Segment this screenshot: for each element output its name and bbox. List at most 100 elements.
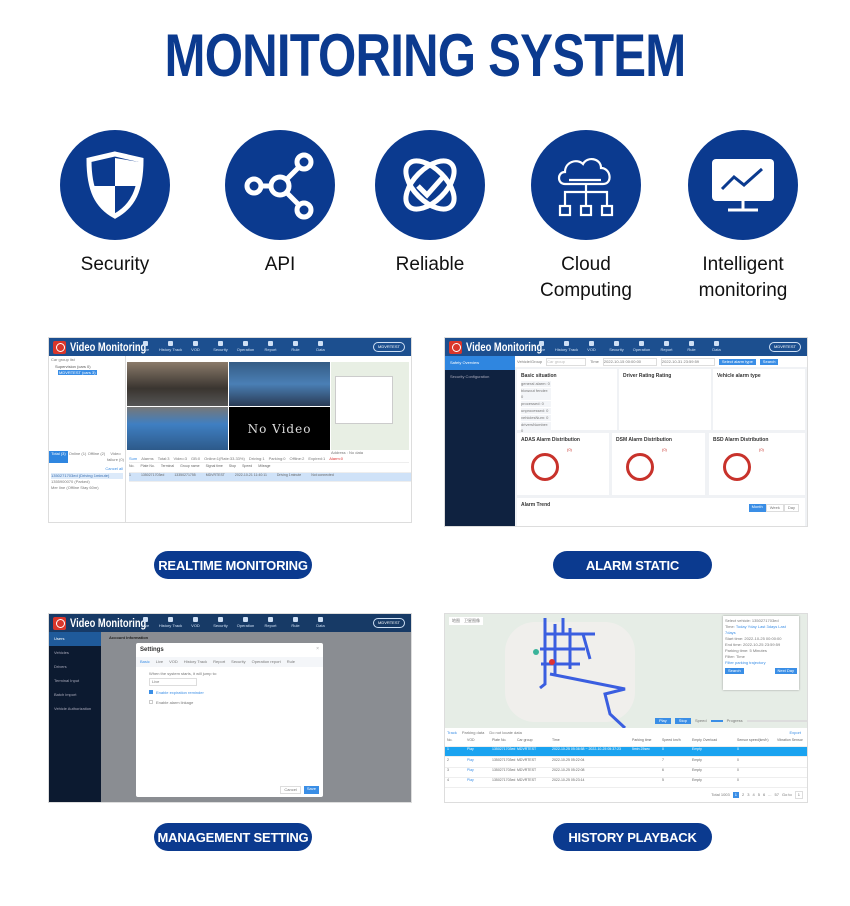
startup-select[interactable]: Live (149, 678, 197, 686)
tab-vod[interactable]: VOD (169, 659, 178, 665)
sidebar-item-vehicle-authorization[interactable]: Vehicle Authorization (49, 702, 101, 716)
camera-view-4-no-video[interactable]: No Video (229, 407, 330, 450)
live-map[interactable] (331, 362, 409, 450)
sidebar-item-terminal-input[interactable]: Terminal Input (49, 674, 101, 688)
user-menu[interactable]: MDVRTEST (373, 342, 405, 352)
nav-rule[interactable]: Rule (679, 339, 704, 352)
page-button[interactable]: 6 (763, 792, 765, 798)
map-tab[interactable]: 地图 (452, 618, 460, 624)
nav-operation[interactable]: Operation (629, 339, 654, 352)
page-button[interactable]: 3 (747, 792, 749, 798)
cancel-all-link[interactable]: Cancel all (105, 466, 123, 472)
camera-view-2[interactable] (229, 362, 330, 406)
tab-parking-data[interactable]: Parking data (462, 730, 484, 736)
sidebar-item-users[interactable]: Users (49, 632, 101, 646)
page-button[interactable]: 5 (758, 792, 760, 798)
nav-rule[interactable]: Rule (283, 615, 308, 628)
stop-button[interactable]: Stop (674, 718, 692, 724)
nav-operation[interactable]: Operation (233, 339, 258, 352)
start-time-input[interactable]: 2022-10-15 00:00:00 (602, 357, 657, 366)
tab-report[interactable]: Report (213, 659, 225, 665)
page-button[interactable]: 2 (742, 792, 744, 798)
page-button[interactable]: 4 (752, 792, 754, 798)
nav-live[interactable]: Live (133, 339, 158, 352)
goto-input[interactable]: 1 (794, 791, 803, 799)
expiration-reminder-checkbox[interactable]: Enable expiration reminder (149, 690, 323, 696)
nav-data[interactable]: Data (308, 339, 333, 352)
nav-vod[interactable]: VOD (579, 339, 604, 352)
alarm-linkage-checkbox[interactable]: Enable alarm linkage (149, 700, 323, 706)
vehicle-item[interactable]: Mer line (Offline Stay 60m) (51, 485, 123, 491)
nav-vod[interactable]: VOD (183, 339, 208, 352)
trend-tab-week[interactable]: Week (765, 504, 784, 512)
history-table-row[interactable]: 3 Play 1350271703ed MDVRTEST 2022-10-25 05:2… (445, 768, 807, 778)
nav-report[interactable]: Report (258, 339, 283, 352)
tab-total[interactable]: Total (3) (49, 451, 68, 463)
speed-slider[interactable] (710, 720, 723, 722)
tab-video-failure[interactable]: Video failure (0) (106, 451, 125, 463)
nav-live[interactable]: Live (133, 615, 158, 628)
nav-report[interactable]: Report (654, 339, 679, 352)
nav-operation[interactable]: Operation (233, 615, 258, 628)
export-link[interactable]: Export (789, 730, 801, 736)
search-button[interactable]: Search (759, 358, 779, 365)
trend-tab-day[interactable]: Day (783, 504, 799, 512)
tab-basic[interactable]: Basic (140, 659, 150, 665)
history-table-row[interactable]: 4 Play 1350271703ed MDVRTEST 2022-10-25 05:2… (445, 778, 807, 788)
nav-vod[interactable]: VOD (183, 615, 208, 628)
sidebar-item-security-configuration[interactable]: Security Configuration (445, 370, 515, 384)
history-table-row[interactable]: 1 Play 1350271703ed MDVRTEST 2022-10-25 05:3… (445, 747, 807, 757)
tab-do-not-locate[interactable]: Do not locate data (489, 730, 521, 736)
nav-data[interactable]: Data (704, 339, 729, 352)
nav-history-track[interactable]: History Track (158, 615, 183, 628)
nav-report[interactable]: Report (258, 615, 283, 628)
filter-parking-checkbox[interactable]: Filter parking trajectory (725, 660, 797, 666)
camera-view-3[interactable] (127, 407, 228, 450)
tab-online[interactable]: Online (1) (68, 451, 87, 463)
sidebar-item-safety-overview[interactable]: Safety Overview (445, 356, 515, 370)
status-alarms[interactable]: Alarms (141, 456, 153, 462)
user-menu[interactable]: MDVRTEST (769, 342, 801, 352)
nav-history-track[interactable]: History Track (554, 339, 579, 352)
end-time-input[interactable]: 2022-10-31 23:59:59 (660, 357, 715, 366)
nav-security[interactable]: Security (604, 339, 629, 352)
nav-live[interactable]: Live (529, 339, 554, 352)
tab-history-track[interactable]: History Track (184, 659, 207, 665)
play-button[interactable]: Play (655, 718, 671, 724)
sidebar-item-drivers[interactable]: Drivers (49, 660, 101, 674)
nav-rule[interactable]: Rule (283, 339, 308, 352)
page-button[interactable]: 57 (775, 792, 779, 798)
nav-security[interactable]: Security (208, 339, 233, 352)
user-menu[interactable]: MDVRTEST (373, 618, 405, 628)
car-group-input[interactable]: Car group (546, 357, 587, 366)
search-button[interactable]: Search (725, 668, 744, 674)
tab-live[interactable]: Live (156, 659, 163, 665)
history-table-row[interactable]: 2 Play 1350271703ed MDVRTEST 2022-10-25 05:2… (445, 758, 807, 768)
total-count: Total 1003 (711, 792, 730, 797)
realtime-table-row[interactable]: 1 1350271703ed 13350271755 MDVRTEST 2022-10-… (129, 473, 411, 482)
status-sum[interactable]: Sum (129, 456, 137, 462)
cancel-button[interactable]: Cancel (280, 786, 301, 794)
tab-operation-report[interactable]: Operation report (252, 659, 281, 665)
time-quick-options[interactable]: Time: Today Yday Last 3days Last 7days (725, 624, 797, 636)
nav-data[interactable]: Data (308, 615, 333, 628)
nav-security[interactable]: Security (208, 615, 233, 628)
page-button[interactable]: 1 (732, 792, 739, 798)
satellite-tab[interactable]: 卫星图像 (464, 618, 480, 624)
tab-track[interactable]: Track (447, 730, 457, 736)
trend-tab-month[interactable]: Month (748, 504, 766, 512)
tab-security[interactable]: Security (231, 659, 245, 665)
save-button[interactable]: Save (303, 786, 319, 794)
history-map[interactable]: 地图 卫星图像 Select vehicle: 1350271703ed Tim… (445, 614, 807, 728)
tree-child[interactable]: MDVRTEST (cars 3) (58, 370, 97, 375)
select-alarm-type-button[interactable]: Select alarm type (718, 358, 756, 365)
nav-history-track[interactable]: History Track (158, 339, 183, 352)
tab-rule[interactable]: Rule (287, 659, 295, 665)
camera-view-1[interactable] (127, 362, 228, 406)
tab-offline[interactable]: Offline (2) (87, 451, 106, 463)
progress-slider[interactable] (746, 720, 807, 722)
next-day-button[interactable]: Next Day (774, 668, 797, 674)
sidebar-item-batch-import[interactable]: Batch import (49, 688, 101, 702)
close-icon[interactable]: × (316, 646, 319, 652)
sidebar-item-vehicles[interactable]: Vehicles (49, 646, 101, 660)
